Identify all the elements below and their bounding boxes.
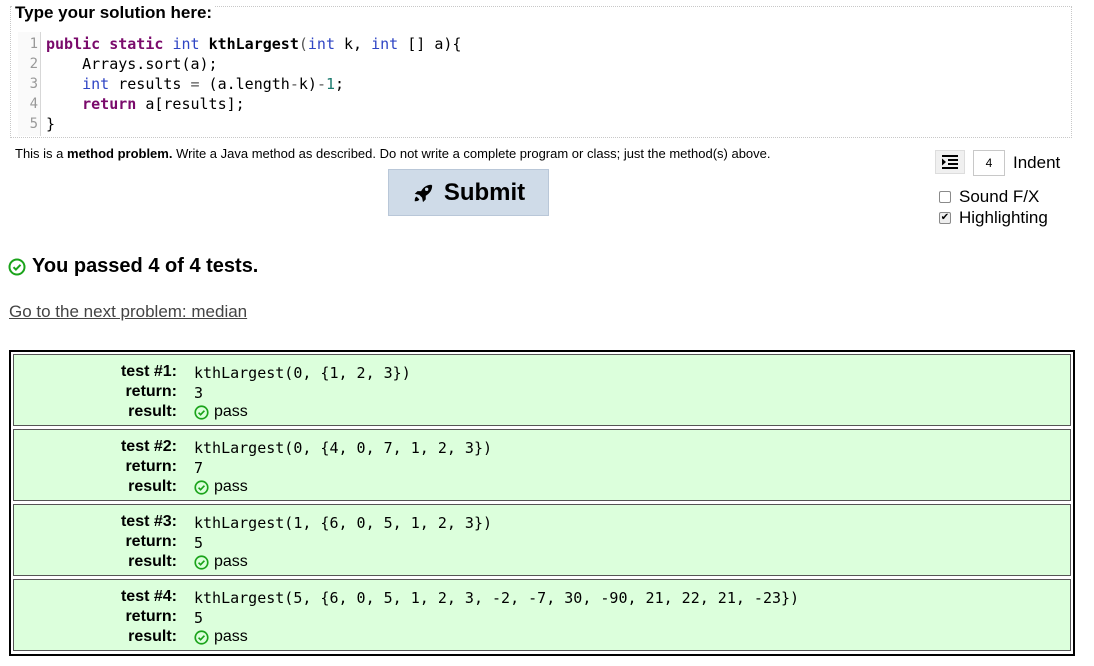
check-circle-icon <box>194 629 209 645</box>
check-circle-icon <box>194 554 209 570</box>
results-summary-text: You passed 4 of 4 tests. <box>32 255 259 277</box>
line-number: 5 <box>29 116 38 132</box>
indent-icon <box>942 155 958 169</box>
submit-label: Submit <box>443 178 526 206</box>
help-bold: method problem. <box>67 146 173 161</box>
test-call: kthLargest(0, {1, 2, 3}) <box>194 364 411 382</box>
return-label: return: <box>125 533 177 550</box>
result-label: result: <box>128 478 177 495</box>
indent-button[interactable] <box>935 150 965 174</box>
help-prefix: This is a <box>15 146 68 161</box>
test-result-value: pass <box>194 478 248 496</box>
test-return-value: 5 <box>194 609 204 627</box>
test-result-value: pass <box>194 403 248 421</box>
test-result-value: pass <box>194 553 248 571</box>
result-label: result: <box>128 553 177 570</box>
test-results-table: test #1: kthLargest(0, {1, 2, 3}) return: 3… <box>9 350 1075 656</box>
pass-text: pass <box>214 478 248 495</box>
return-label: return: <box>125 608 177 625</box>
check-circle-icon <box>194 479 209 495</box>
test-return-value: 5 <box>194 534 204 552</box>
line-number: 3 <box>29 76 38 92</box>
indent-size-input[interactable] <box>973 150 1005 176</box>
editor-legend: Type your solution here: <box>12 3 216 23</box>
pass-text: pass <box>214 628 248 645</box>
indent-label: Indent <box>1013 153 1061 172</box>
code-text: int results = (a.length-k)-1; <box>82 75 345 93</box>
highlighting-label: Highlighting <box>959 208 1048 227</box>
test-result-value: pass <box>194 628 248 646</box>
test-return-value: 3 <box>194 384 204 402</box>
sound-fx-checkbox[interactable] <box>939 191 951 203</box>
test-call: kthLargest(1, {6, 0, 5, 1, 2, 3}) <box>194 514 493 532</box>
sound-fx-option[interactable]: Sound F/X <box>939 187 1039 207</box>
line-number: 1 <box>29 36 38 52</box>
highlighting-option[interactable]: ✔ Highlighting <box>939 208 1048 228</box>
test-result-row: test #1: kthLargest(0, {1, 2, 3}) return: 3… <box>13 354 1071 426</box>
test-call: kthLargest(5, {6, 0, 5, 1, 2, 3, -2, -7,… <box>194 589 800 607</box>
test-label: test #2: <box>120 438 177 455</box>
code-text: Arrays.sort(a); <box>46 55 218 73</box>
code-text: } <box>46 115 56 133</box>
test-label: test #3: <box>120 513 177 530</box>
line-number: 2 <box>29 56 38 72</box>
pass-text: pass <box>214 553 248 570</box>
test-label: test #4: <box>120 588 177 605</box>
code-text: return a[results]; <box>82 95 245 113</box>
check-circle-icon <box>194 404 209 420</box>
pass-text: pass <box>214 403 248 420</box>
test-result-row: test #4: kthLargest(5, {6, 0, 5, 1, 2, 3,… <box>13 579 1071 651</box>
test-result-row: test #3: kthLargest(1, {6, 0, 5, 1, 2, 3}… <box>13 504 1071 576</box>
next-problem-link[interactable]: Go to the next problem: median <box>9 302 247 322</box>
code-editor[interactable]: 1 public static int kthLargest(int k, int… <box>18 32 1068 136</box>
highlighting-checkbox[interactable]: ✔ <box>939 212 951 224</box>
rocket-icon <box>414 184 432 202</box>
return-label: return: <box>125 458 177 475</box>
test-label: test #1: <box>120 363 177 380</box>
return-label: return: <box>125 383 177 400</box>
code-text: public static int kthLargest(int k, int … <box>46 35 462 53</box>
problem-help-text: This is a method problem. Write a Java m… <box>15 146 771 161</box>
help-suffix: Write a Java method as described. Do not… <box>172 146 771 161</box>
line-number: 4 <box>29 96 38 112</box>
check-circle-icon <box>8 258 26 275</box>
result-label: result: <box>128 628 177 645</box>
submit-button[interactable]: Submit <box>388 169 549 216</box>
test-result-row: test #2: kthLargest(0, {4, 0, 7, 1, 2, 3}… <box>13 429 1071 501</box>
test-return-value: 7 <box>194 459 204 477</box>
test-call: kthLargest(0, {4, 0, 7, 1, 2, 3}) <box>194 439 493 457</box>
result-label: result: <box>128 403 177 420</box>
results-summary: You passed 4 of 4 tests. <box>8 255 258 278</box>
sound-fx-label: Sound F/X <box>959 187 1040 206</box>
